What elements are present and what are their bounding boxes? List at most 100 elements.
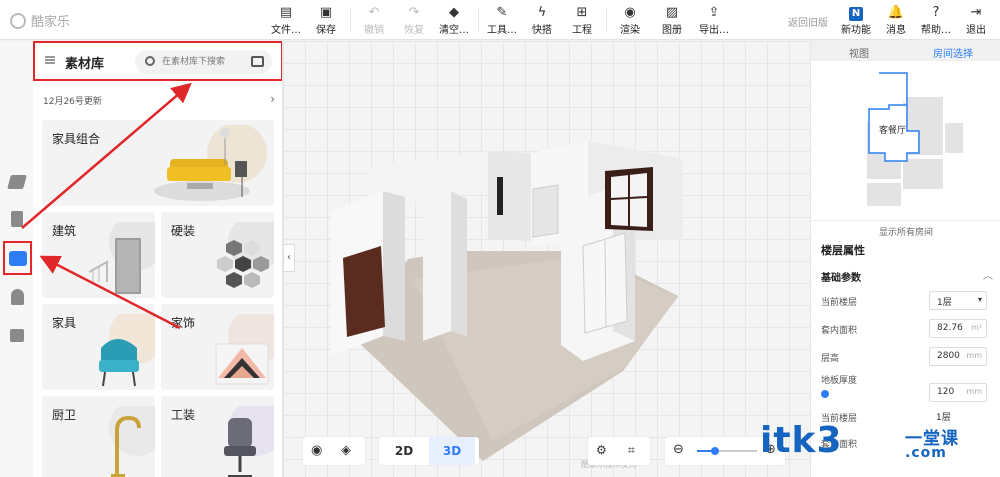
help-menu-button[interactable]: ? 帮助… (916, 4, 956, 36)
zoom-slider-handle[interactable] (711, 447, 719, 455)
view-mode-switch: 2D 3D (379, 437, 479, 465)
prop-label-area: 套内面积 (821, 326, 858, 336)
menu-icon[interactable] (45, 56, 55, 64)
category-card-architecture[interactable]: 建筑 (42, 212, 155, 298)
file-icon: ▤ (279, 5, 293, 20)
minimap-room-label: 客餐厅 (879, 124, 906, 136)
new-features-icon: N (849, 7, 863, 21)
engineering-button[interactable]: ⊞ 工程 (562, 4, 602, 36)
undo-button[interactable]: ↶ 撤销 (354, 4, 394, 36)
quick-draw-button[interactable]: ϟ 快搭 (522, 4, 562, 36)
update-text: 12月26号更新 (43, 97, 102, 107)
rail-build-button[interactable] (6, 171, 28, 193)
tab-view[interactable]: 视图 (849, 45, 869, 60)
logout-icon: ⇥ (970, 5, 982, 20)
slab-slider-handle[interactable] (821, 390, 829, 398)
category-card-decorations[interactable]: 家饰 (161, 304, 274, 390)
camera-search-icon[interactable] (251, 56, 264, 67)
update-banner[interactable]: 12月26号更新 › (43, 92, 275, 107)
toolbar-divider (606, 8, 607, 32)
rail-cabinet-button[interactable] (6, 324, 28, 346)
category-card-kitchen-bath[interactable]: 厨卫 (42, 396, 155, 477)
export-menu-button[interactable]: ⇪ 导出… (694, 4, 734, 36)
room-minimap-plan[interactable]: 客餐厅 (811, 61, 1000, 211)
left-icon-rail (0, 41, 33, 477)
collapse-panel-button[interactable]: ‹ (283, 244, 295, 272)
architecture-image (88, 222, 155, 294)
kitchen-bath-image (109, 406, 155, 477)
prop-label-current-floor: 当前楼层 (821, 298, 858, 308)
tab-room-select[interactable]: 房间选择 (933, 45, 973, 60)
category-card-commercial[interactable]: 工装 (161, 396, 274, 477)
zoom-slider[interactable] (697, 447, 757, 455)
chevron-up-icon[interactable]: ︿ (983, 267, 993, 282)
basic-params-title[interactable]: 基础参数 (821, 269, 861, 284)
site-watermark: itk3 一堂课 .com (760, 420, 958, 461)
rail-user-button[interactable] (6, 286, 28, 308)
category-card-furniture[interactable]: 家具 (42, 304, 155, 390)
card-label: 工装 (171, 408, 196, 422)
slab-thickness-field[interactable]: 120 mm (929, 383, 987, 402)
decorations-image (215, 314, 274, 385)
rail-material-library-button[interactable] (3, 241, 32, 275)
current-floor-select[interactable]: 1层 ▾ (929, 291, 987, 310)
messages-button[interactable]: 🔔 消息 (876, 4, 916, 36)
zoom-out-icon[interactable]: ⊖ (673, 442, 684, 457)
cube-view-icon[interactable]: ◈ (341, 443, 351, 458)
tools-menu-button[interactable]: ✎ 工具… (482, 4, 522, 36)
category-card-hard-decoration[interactable]: 硬装 (161, 212, 274, 298)
app-logo[interactable]: 酷家乐 (10, 11, 70, 30)
rail-door-button[interactable] (6, 208, 28, 230)
camera-render-icon: ◉ (624, 5, 636, 20)
fit-view-icon[interactable]: ⌗ (628, 443, 635, 458)
redo-icon: ↷ (408, 5, 420, 20)
logo-icon (10, 12, 26, 29)
undo-icon: ↶ (368, 5, 380, 20)
album-button[interactable]: ▨ 图册 (652, 4, 692, 36)
material-search-box[interactable] (135, 50, 272, 74)
visibility-controls: ◉ ◈ (303, 437, 365, 465)
camera-controls: ⚙ ⌗ (588, 437, 650, 465)
view-3d-button[interactable]: 3D (429, 437, 475, 465)
card-label: 家饰 (171, 316, 196, 330)
camera-settings-icon[interactable]: ⚙ (596, 443, 607, 457)
furniture-image (99, 314, 155, 387)
material-library-header: 素材库 (33, 41, 282, 81)
floorplan-3d-model[interactable] (283, 41, 810, 477)
new-features-button[interactable]: N 新功能 (836, 4, 876, 36)
hard-decoration-image (217, 222, 274, 288)
clear-menu-button[interactable]: ◆ 清空… (434, 4, 474, 36)
logout-button[interactable]: ⇥ 退出 (956, 4, 996, 36)
export-icon: ⇪ (708, 5, 720, 20)
card-label: 硬装 (171, 224, 196, 238)
help-icon: ? (932, 5, 940, 20)
eraser-icon: ◆ (449, 5, 459, 20)
material-search-input[interactable] (162, 53, 242, 71)
bell-icon: 🔔 (887, 5, 905, 20)
file-menu-button[interactable]: ▤ 文件… (266, 4, 306, 36)
show-all-rooms-link[interactable]: 显示所有房间 (811, 225, 1000, 238)
chevron-right-icon: › (270, 92, 275, 106)
redo-button[interactable]: ↷ 恢复 (394, 4, 434, 36)
wrench-icon: ✎ (496, 5, 508, 20)
door-icon (11, 211, 23, 227)
eye-icon[interactable]: ◉ (311, 443, 322, 458)
floor-height-field[interactable]: 2800 mm (929, 347, 987, 366)
save-button[interactable]: ▣ 保存 (306, 4, 346, 36)
top-toolbar: 酷家乐 ▤ 文件… ▣ 保存 ↶ 撤销 ↷ 恢复 ◆ 清空… ✎ 工具… ϟ 快搭 ⊞ 工程 ◉… (0, 0, 1000, 40)
logo-text: 酷家乐 (31, 15, 71, 30)
panel-title: 素材库 (65, 57, 105, 72)
view-2d-button[interactable]: 2D (381, 437, 427, 465)
category-card-furniture-combo[interactable]: 家具组合 (42, 120, 274, 206)
commercial-image (224, 406, 274, 477)
render-button[interactable]: ◉ 渲染 (610, 4, 650, 36)
room-minimap[interactable]: 客餐厅 显示所有房间 (811, 61, 1000, 238)
furniture-combo-image (154, 125, 267, 201)
site-watermark-main: itk3 (760, 420, 843, 461)
search-icon (145, 56, 155, 66)
back-to-old-version-link[interactable]: 返回旧版 (788, 14, 828, 29)
lightning-icon: ϟ (537, 5, 547, 20)
area-field[interactable]: 82.76 m² (929, 319, 987, 338)
right-property-panel: 视图 房间选择 客餐厅 显示所有房间 楼层属性 基础参数 ︿ 当前楼层 1层 ▾ … (810, 41, 1000, 477)
3d-viewport[interactable]: 酷家乐技术支持 ◉ ◈ 2D 3D ⚙ ⌗ ⊖ ⊕ (283, 41, 810, 477)
